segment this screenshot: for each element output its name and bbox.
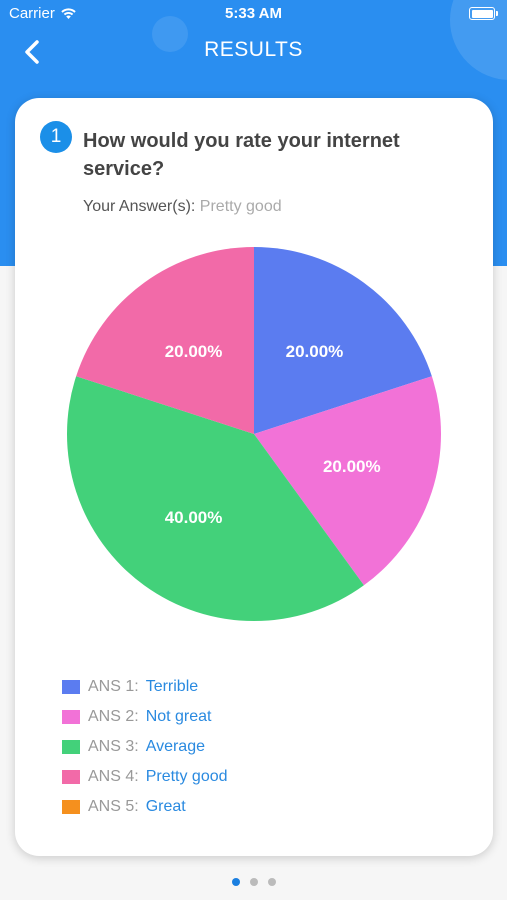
legend-item-4: ANS 4: Pretty good [62,762,228,792]
legend-swatch [62,740,80,754]
legend: ANS 1: Terrible ANS 2: Not great ANS 3: Avera… [62,672,228,822]
legend-item-2: ANS 2: Not great [62,702,228,732]
legend-swatch [62,800,80,814]
legend-label: Terrible [145,678,199,695]
legend-prefix: ANS 5: [88,798,139,815]
legend-prefix: ANS 2: [88,708,139,725]
legend-label: Great [145,798,186,815]
pie-slice-label-3: 40.00% [165,508,223,527]
page-dot-1[interactable] [231,878,240,886]
legend-prefix: ANS 1: [88,678,139,695]
legend-prefix: ANS 3: [88,738,139,755]
legend-item-3: ANS 3: Average [62,732,228,762]
page-dot-2[interactable] [249,878,258,886]
battery-icon [469,7,498,20]
legend-swatch [62,770,80,784]
results-card: 1 How would you rate your internet servi… [15,98,493,856]
legend-label: Average [145,738,205,755]
legend-label: Not great [145,708,212,725]
page-indicator [0,878,507,886]
nav-bar: RESULTS [0,28,507,74]
legend-item-5: ANS 5: Great [62,792,228,822]
pie-slice-label-1: 20.00% [286,342,344,361]
page-dot-3[interactable] [267,878,276,886]
status-bar: Carrier 5:33 AM [0,0,507,28]
legend-prefix: ANS 4: [88,768,139,785]
pie-slice-label-2: 20.00% [323,457,381,476]
legend-swatch [62,710,80,724]
status-time: 5:33 AM [225,5,282,22]
legend-label: Pretty good [145,768,228,785]
page-title: RESULTS [204,38,303,61]
legend-item-1: ANS 1: Terrible [62,672,228,702]
pie-slice-label-4: 20.00% [165,342,223,361]
legend-swatch [62,680,80,694]
